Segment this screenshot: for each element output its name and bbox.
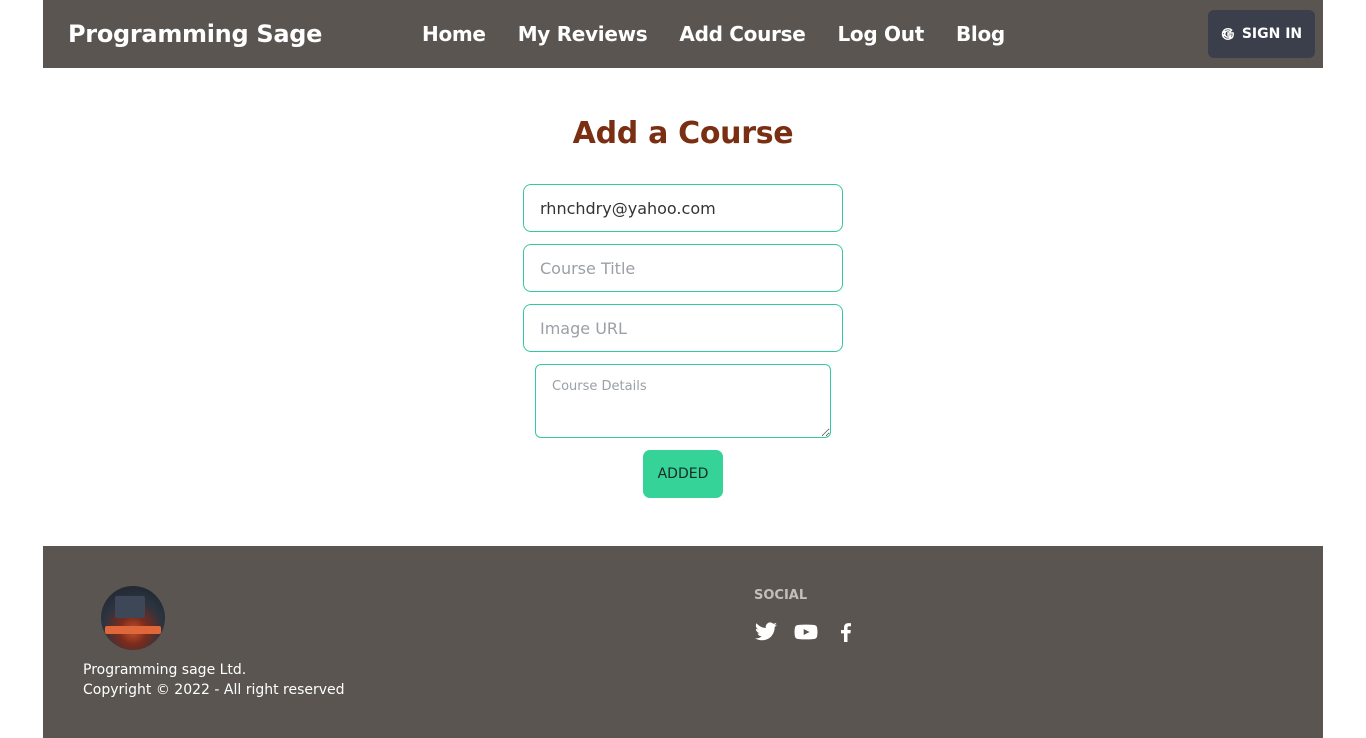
company-info: Programming sage Ltd. Copyright © 2022 -… (83, 660, 345, 700)
logo-screen-shape (115, 596, 145, 618)
sign-in-label: SIGN IN (1241, 26, 1303, 42)
sign-in-button[interactable]: SIGN IN (1208, 10, 1315, 58)
twitter-icon[interactable] (754, 620, 778, 644)
nav-link-blog[interactable]: Blog (956, 22, 1005, 46)
nav-link-home[interactable]: Home (422, 22, 486, 46)
copyright-text: Copyright © 2022 - All right reserved (83, 682, 345, 698)
footer-logo-avatar (101, 586, 165, 650)
facebook-icon[interactable] (834, 620, 858, 644)
add-course-submit-button[interactable]: ADDED (643, 450, 723, 498)
youtube-icon[interactable] (794, 620, 818, 644)
logo-desk-shape (105, 626, 161, 634)
footer: Programming sage Ltd. Copyright © 2022 -… (43, 546, 1323, 738)
navbar: Programming Sage Home My Reviews Add Cou… (43, 0, 1323, 68)
course-details-textarea[interactable] (535, 364, 831, 438)
email-field[interactable] (523, 184, 843, 232)
image-url-input[interactable] (523, 304, 843, 352)
social-heading: SOCIAL (754, 588, 808, 603)
nav-links: Home My Reviews Add Course Log Out Blog (422, 22, 1005, 46)
course-title-input[interactable] (523, 244, 843, 292)
nav-link-add-course[interactable]: Add Course (679, 22, 805, 46)
nav-link-log-out[interactable]: Log Out (837, 22, 924, 46)
page-title: Add a Course (572, 116, 794, 151)
company-name: Programming sage Ltd. (83, 662, 247, 678)
brand-logo[interactable]: Programming Sage (68, 20, 322, 48)
google-icon (1221, 28, 1234, 40)
page-frame: Programming Sage Home My Reviews Add Cou… (43, 0, 1323, 738)
social-icons (754, 620, 858, 644)
nav-link-my-reviews[interactable]: My Reviews (518, 22, 648, 46)
